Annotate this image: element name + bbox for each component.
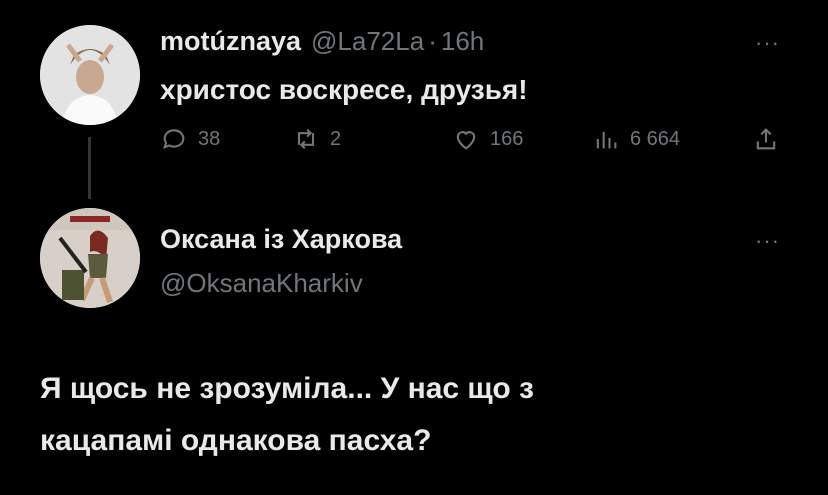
avatar-motuznaya[interactable] <box>40 25 140 125</box>
views-button[interactable]: 6 664 <box>592 125 680 153</box>
reply-text-line-2: кацапамі однакова пасха? <box>40 424 432 457</box>
retweet-icon <box>297 128 315 150</box>
reply-handle[interactable]: @OksanaKharkiv <box>160 268 363 299</box>
like-count: 166 <box>490 127 524 150</box>
handle[interactable]: @La72La <box>311 26 424 57</box>
display-name[interactable]: motúznaya <box>160 26 301 57</box>
reply-more-icon[interactable]: ··· <box>755 228 780 254</box>
retweet-count: 2 <box>330 127 342 150</box>
thread-line <box>88 137 91 199</box>
more-icon[interactable]: ··· <box>755 30 780 56</box>
timestamp[interactable]: 16h <box>441 26 484 57</box>
like-icon <box>456 131 476 150</box>
views-icon <box>596 132 617 149</box>
tweet-text: христос воскресе, друзья! <box>160 74 528 105</box>
separator-dot: · <box>428 26 437 56</box>
views-count: 6 664 <box>630 127 681 150</box>
reply-text: Я щось не зрозуміла... У нас що з кацапа… <box>40 363 534 467</box>
avatar-oksana[interactable] <box>40 208 140 308</box>
reply-text-line-1: Я щось не зрозуміла... У нас що з <box>40 372 534 405</box>
reply-display-name[interactable]: Оксана із Харкова <box>160 224 402 255</box>
reply-icon <box>162 129 185 149</box>
retweet-button[interactable]: 2 <box>292 125 341 153</box>
share-button[interactable] <box>752 125 790 153</box>
reply-button[interactable]: 38 <box>160 125 220 153</box>
share-icon <box>756 128 776 150</box>
like-button[interactable]: 166 <box>452 125 523 153</box>
reply-count: 38 <box>198 127 221 150</box>
